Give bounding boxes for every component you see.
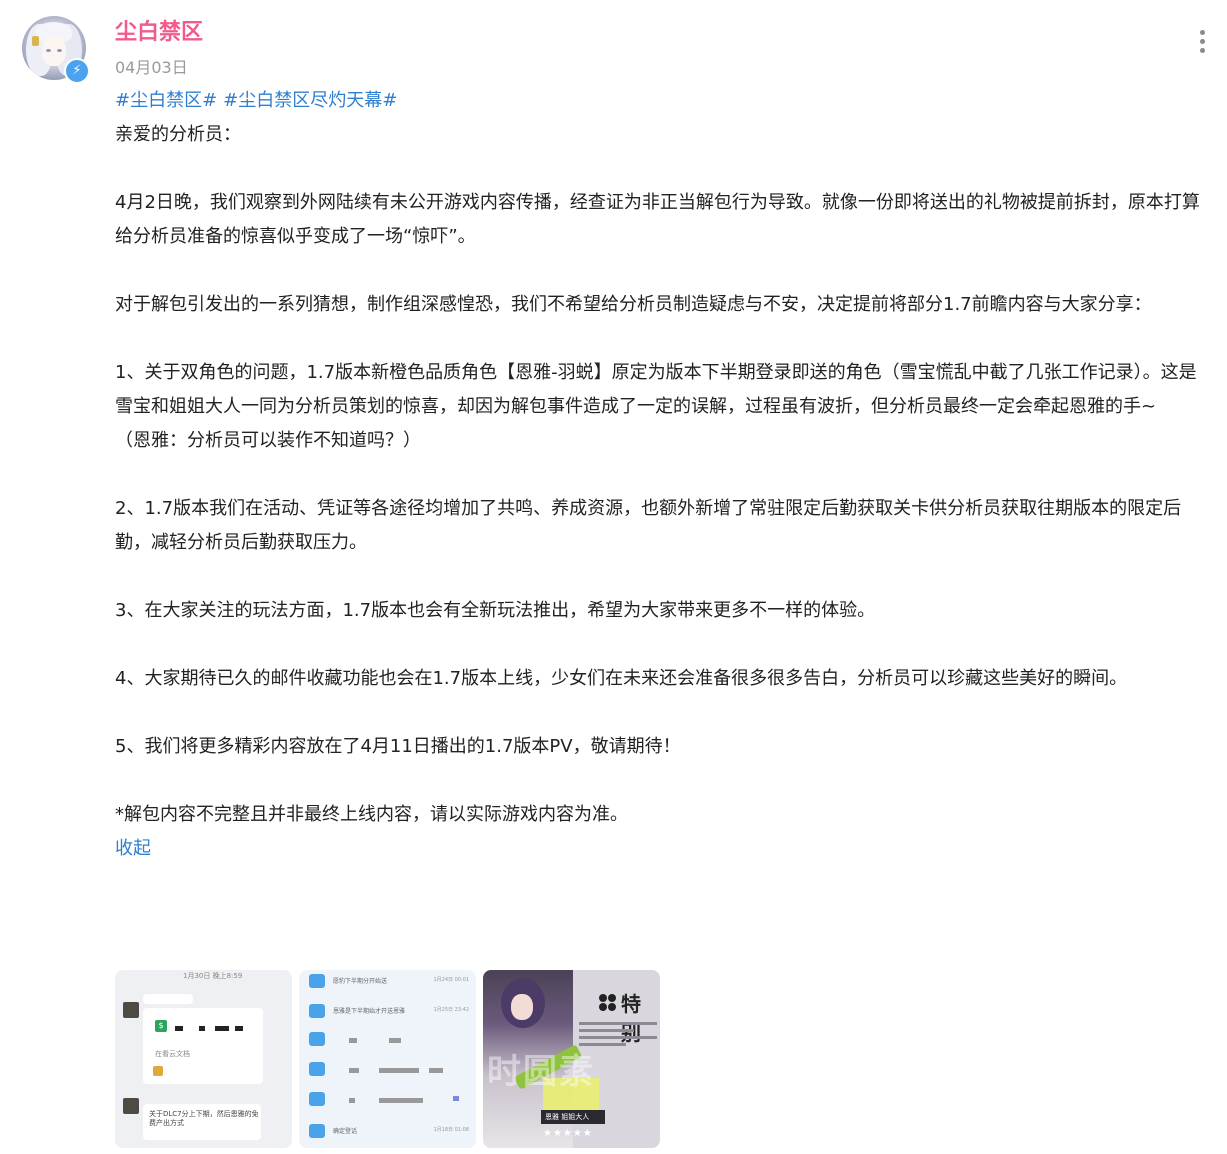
chat-icon [309, 1062, 325, 1076]
list-item: 3、在大家关注的玩法方面，1.7版本也会有全新玩法推出，希望为大家带来更多不一样… [115, 600, 876, 621]
verified-badge-icon: ⚡ [64, 58, 90, 84]
hashtag-link[interactable]: #尘白禁区尽灼天幕# [223, 90, 397, 111]
chat-avatar [123, 1098, 139, 1114]
chat-icon [309, 1124, 325, 1138]
chat-message: 关于DLC7分上下期，然后恩雅的免费产出方式 [149, 1110, 259, 1127]
list-item: 4、大家期待已久的邮件收藏功能也会在1.7版本上线，少女们在未来还会准备很多很多… [115, 668, 1128, 689]
list-item [309, 1032, 469, 1050]
collapse-link[interactable]: 收起 [115, 832, 151, 866]
file-label: 在看云文档 [155, 1050, 190, 1058]
list-item: 1、关于双角色的问题，1.7版本新橙色品质角色【恩雅-羽蜕】原定为版本下半期登录… [115, 362, 1197, 417]
list-item: 5、我们将更多精彩内容放在了4月11日播出的1.7版本PV，敬请期待！ [115, 736, 681, 757]
chat-icon [309, 1004, 325, 1018]
watermark-text: 时圆素 [487, 1052, 595, 1092]
image-gallery: 1月30日 晚上8:59 $ 在看云文档 关于DLC7分上下期，然后恩雅的免费产… [115, 970, 660, 1148]
list-item: 2、1.7版本我们在活动、凭证等各途径均增加了共鸣、养成资源，也额外新增了常驻限… [115, 498, 1182, 553]
chat-icon [309, 1092, 325, 1106]
document-icon: $ [155, 1020, 167, 1032]
list-item [309, 1092, 469, 1110]
chat-icon [309, 1032, 325, 1046]
more-options-icon[interactable] [1192, 30, 1212, 56]
username[interactable]: 尘白禁区 [115, 14, 203, 46]
post-date: 04月03日 [115, 58, 188, 77]
image-thumbnail[interactable]: 1月30日 晚上8:59 $ 在看云文档 关于DLC7分上下期，然后恩雅的免费产… [115, 970, 292, 1148]
chat-icon [309, 974, 325, 988]
image-thumbnail[interactable]: 特别 时圆素 恩雅 姐姐大人 ★★★★★ [483, 970, 660, 1148]
greeting: 亲爱的分析员： [115, 124, 241, 145]
paragraph: 对于解包引发出的一系列猜想，制作组深感惶恐，我们不希望给分析员制造疑虑与不安，决… [115, 294, 1152, 315]
rating-stars: ★★★★★ [543, 1128, 593, 1139]
hashtag-link[interactable]: #尘白禁区# [115, 90, 217, 111]
list-item: 确定登话 1月18日 01:08 [309, 1124, 469, 1142]
paragraph: 4月2日晚，我们观察到外网陆续有未公开游戏内容传播，经查证为非正当解包行为导致。… [115, 192, 1200, 247]
chat-avatar [123, 1002, 139, 1018]
hashtags: #尘白禁区# #尘白禁区尽灼天幕# [115, 84, 1213, 118]
clover-logo-icon [599, 994, 617, 1012]
list-item: 愿豹下半期分开始送 1月24日 00:01 [309, 974, 469, 992]
post-content: #尘白禁区# #尘白禁区尽灼天幕# 亲爱的分析员： 4月2日晚，我们观察到外网陆续… [115, 84, 1213, 866]
avatar[interactable]: ⚡ [22, 16, 90, 84]
nameplate: 恩雅 姐姐大人 [541, 1110, 605, 1124]
list-item: 恩雅是下半期始才开送恩雅 1月25日 23:42 [309, 1004, 469, 1022]
list-item-note: （恩雅：分析员可以装作不知道吗？） [115, 430, 421, 451]
disclaimer: *解包内容不完整且并非最终上线内容，请以实际游戏内容为准。 [115, 804, 628, 825]
image-thumbnail[interactable]: 愿豹下半期分开始送 1月24日 00:01 恩雅是下半期始才开送恩雅 1月25日 2… [299, 970, 476, 1148]
list-item [309, 1062, 469, 1080]
chat-timestamp: 1月30日 晚上8:59 [183, 972, 243, 980]
